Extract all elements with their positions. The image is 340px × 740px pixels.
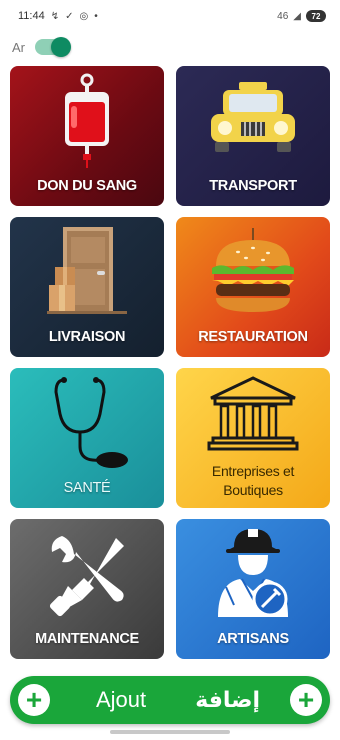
add-plus-left-button[interactable]: + bbox=[18, 684, 50, 716]
building-icon bbox=[176, 368, 330, 460]
tile-label: RESTAURATION bbox=[198, 329, 308, 345]
dot-icon: • bbox=[94, 10, 98, 22]
plus-icon: + bbox=[297, 684, 315, 715]
tile-label-line1: Entreprises et bbox=[211, 463, 295, 479]
missed-call-icon: ↯ bbox=[50, 10, 60, 22]
burger-icon bbox=[176, 217, 330, 325]
signal-label: 46 bbox=[277, 10, 289, 22]
tile-label: TRANSPORT bbox=[209, 178, 297, 194]
toggle-knob bbox=[51, 37, 71, 57]
worker-icon bbox=[176, 519, 330, 627]
tile-label: ARTISANS bbox=[217, 631, 289, 647]
signal-icon: ◢ bbox=[293, 10, 301, 22]
status-time: 11:44 bbox=[18, 10, 45, 22]
home-indicator[interactable] bbox=[110, 730, 230, 734]
tile-entreprises[interactable]: Entreprises et Boutiques bbox=[176, 368, 330, 508]
whatsapp-icon: ◎ bbox=[79, 10, 89, 22]
taxi-icon bbox=[176, 66, 330, 174]
add-bar[interactable]: + Ajout إضافة + bbox=[10, 676, 330, 724]
battery-icon: 72 bbox=[306, 10, 326, 22]
add-label-fr: Ajout bbox=[96, 687, 147, 712]
tile-label: SANTÉ bbox=[63, 480, 111, 496]
tile-label: DON DU SANG bbox=[37, 178, 137, 194]
tile-artisans[interactable]: ARTISANS bbox=[176, 519, 330, 659]
tile-don-du-sang[interactable]: DON DU SANG bbox=[10, 66, 164, 206]
tools-icon bbox=[10, 519, 164, 627]
tile-label: MAINTENANCE bbox=[35, 631, 139, 647]
tile-label: LIVRAISON bbox=[48, 329, 126, 345]
language-label: Ar bbox=[12, 39, 25, 55]
tile-transport[interactable]: TRANSPORT bbox=[176, 66, 330, 206]
check-icon: ✓ bbox=[65, 10, 74, 22]
tile-label: Entreprises et Boutiques bbox=[176, 462, 330, 500]
status-bar: 11:44 ↯ ✓ ◎ • 46 ◢ 72 bbox=[0, 0, 340, 32]
language-toggle[interactable] bbox=[35, 37, 71, 57]
add-label-ar: إضافة bbox=[195, 687, 260, 712]
plus-icon: + bbox=[25, 684, 43, 715]
tile-sante[interactable]: SANTÉ bbox=[10, 368, 164, 508]
tile-maintenance[interactable]: MAINTENANCE bbox=[10, 519, 164, 659]
language-row: Ar bbox=[12, 36, 71, 58]
tile-label-line2: Boutiques bbox=[223, 482, 283, 498]
tile-restauration[interactable]: RESTAURATION bbox=[176, 217, 330, 357]
delivery-box-icon bbox=[10, 217, 164, 325]
add-plus-right-button[interactable]: + bbox=[290, 684, 322, 716]
blood-bag-icon bbox=[10, 66, 164, 174]
battery-level: 72 bbox=[311, 11, 321, 21]
stethoscope-icon bbox=[10, 368, 164, 476]
tile-livraison[interactable]: LIVRAISON bbox=[10, 217, 164, 357]
